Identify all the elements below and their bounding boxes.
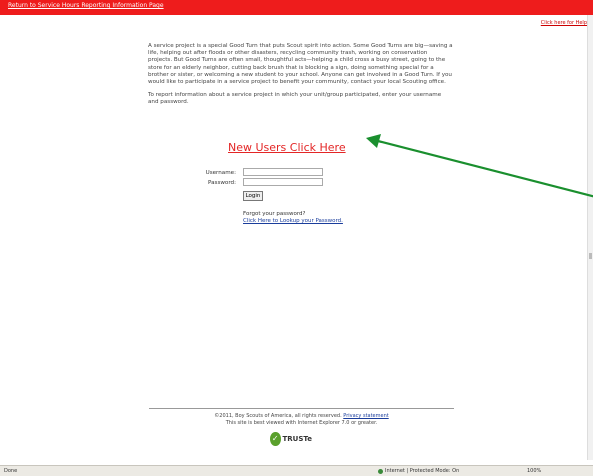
browser-status-bar: Done Internet | Protected Mode: On 100% xyxy=(0,465,593,476)
footer-copyright-line: ©2011, Boy Scouts of America, all rights… xyxy=(149,413,454,419)
truste-check-icon: ✓ xyxy=(270,432,281,446)
browser-note: This site is best viewed with Internet E… xyxy=(225,420,378,426)
truste-seal[interactable]: ✓ TRUSTe xyxy=(270,430,312,448)
security-zone-text: Internet | Protected Mode: On xyxy=(385,468,460,474)
privacy-statement-link[interactable]: Privacy statement xyxy=(343,413,388,419)
truste-label: TRUSTe xyxy=(282,435,312,443)
annotation-arrow xyxy=(366,134,593,198)
footer-divider xyxy=(149,408,454,409)
copyright-text: ©2011, Boy Scouts of America, all rights… xyxy=(214,413,342,419)
globe-icon xyxy=(378,468,383,474)
arrow-head xyxy=(366,134,381,148)
zoom-level[interactable]: 100% xyxy=(527,468,541,474)
security-zone: Internet | Protected Mode: On xyxy=(378,468,459,474)
status-text: Done xyxy=(4,468,18,474)
arrow-shaft xyxy=(373,138,593,198)
